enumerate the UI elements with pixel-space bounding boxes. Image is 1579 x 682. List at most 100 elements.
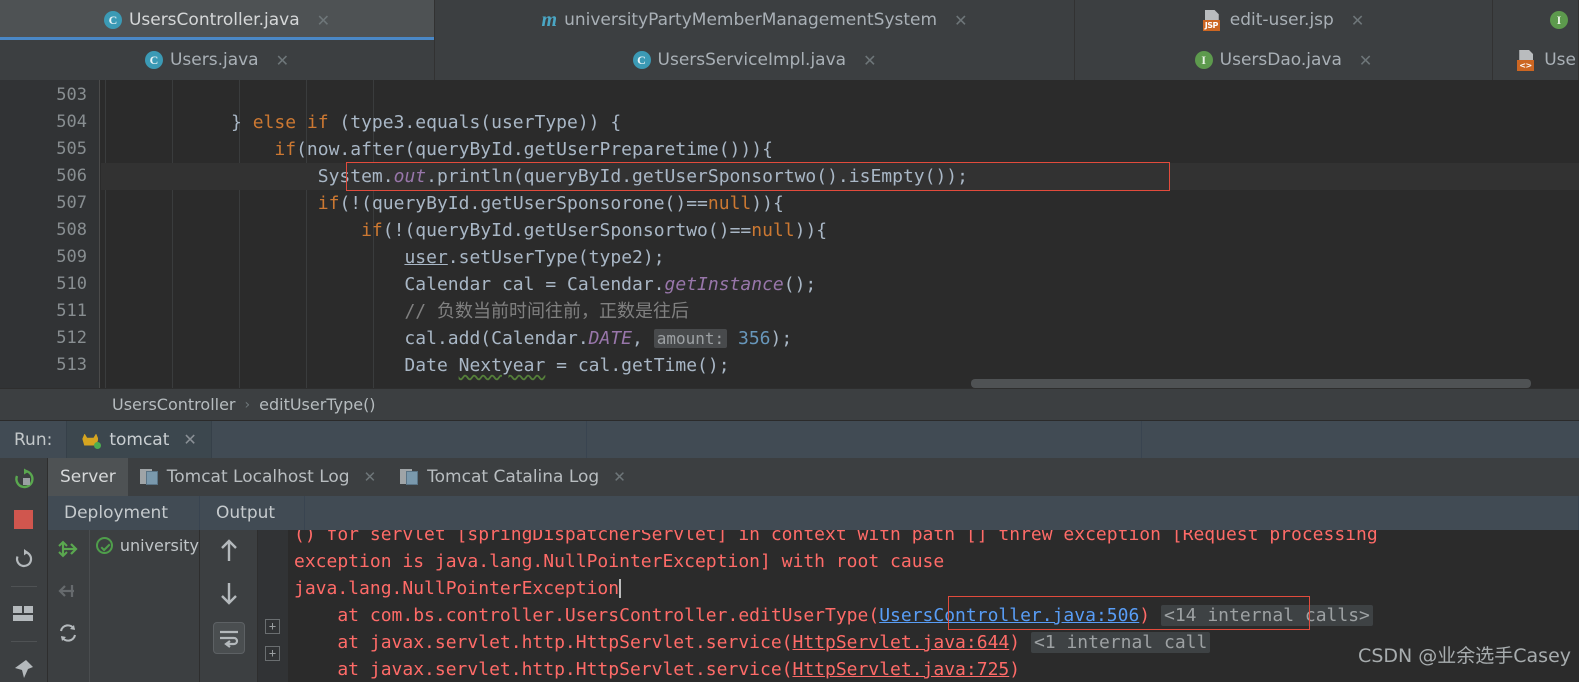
code-line-511: // 负数当前时间往前，正数是往后 [101, 298, 1579, 325]
internal-calls-badge[interactable]: <1 internal call [1030, 632, 1211, 653]
tab-label: Users.java [169, 50, 259, 70]
run-panel-body: Server Tomcat Localhost Log ✕ Tomcat Cat… [48, 458, 1579, 682]
tab-edit-user-jsp[interactable]: JSP edit-user.jsp ✕ [1075, 0, 1493, 40]
tab-close-icon[interactable]: ✕ [276, 51, 289, 70]
console-gutter: + + [258, 530, 288, 682]
stacktrace-link-users-controller[interactable]: UsersController.java:506 [879, 605, 1139, 626]
pin-button[interactable] [11, 656, 37, 682]
editor-horizontal-scrollbar[interactable] [971, 379, 1531, 388]
line-number: 513 [56, 355, 87, 375]
run-config-label: tomcat [109, 429, 170, 450]
console-line-3: at com.bs.controller.UsersController.edi… [294, 602, 1373, 629]
java-class-icon: C [144, 51, 163, 69]
sub-tab-deployment[interactable]: Deployment [48, 496, 200, 530]
toolbar-divider [10, 641, 37, 642]
deployment-panel: university [48, 530, 200, 682]
tab-close-icon[interactable]: ✕ [317, 11, 330, 30]
line-number: 510 [56, 274, 87, 294]
tab-users-java[interactable]: C Users.java ✕ [0, 40, 435, 80]
internal-calls-badge[interactable]: <14 internal calls> [1160, 605, 1373, 626]
refresh-icon[interactable] [55, 620, 81, 646]
tab-partial-interface[interactable]: I [1493, 0, 1579, 40]
tab-university-module[interactable]: m universityPartyMemberManagementSystem … [435, 0, 1075, 40]
stacktrace-link-http-servlet[interactable]: HttpServlet.java:644 [793, 632, 1010, 653]
log-tab-close-icon[interactable]: ✕ [613, 468, 626, 486]
code-line-507: if(!(queryById.getUserSponsorone()==null… [317, 193, 784, 214]
expand-frames-icon[interactable]: + [265, 619, 280, 634]
code-editor[interactable]: 503 504 505 506 507 508 509 510 511 512 … [0, 80, 1579, 388]
tab-close-icon[interactable]: ✕ [1351, 11, 1364, 30]
log-icon [139, 468, 159, 486]
log-tab-label: Tomcat Catalina Log [427, 467, 600, 487]
sub-tab-output[interactable]: Output [200, 496, 305, 530]
tab-label: Use [1544, 50, 1576, 70]
toolbar-divider [10, 586, 37, 587]
log-tab-tomcat-localhost-log[interactable]: Tomcat Localhost Log ✕ [128, 458, 388, 496]
stop-button[interactable] [11, 506, 37, 532]
editor-gutter[interactable]: 503 504 505 506 507 508 509 510 511 512 … [0, 80, 100, 388]
tab-label: UsersDao.java [1219, 50, 1342, 70]
collapse-all-icon[interactable] [55, 578, 81, 604]
tab-close-icon[interactable]: ✕ [954, 11, 967, 30]
code-area[interactable]: } else if (type3.equals(userType)) { if(… [101, 80, 1579, 388]
breadcrumb-method[interactable]: editUserType() [259, 395, 375, 414]
chevron-right-icon: › [244, 396, 251, 413]
log-icon [400, 468, 419, 486]
previous-occurrence-icon[interactable] [216, 538, 242, 564]
tab-partial-html[interactable]: <> Use [1493, 40, 1579, 80]
deployment-toolbar [48, 530, 90, 682]
tab-users-service-impl-java[interactable]: C UsersServiceImpl.java ✕ [435, 40, 1075, 80]
java-class-icon: C [103, 11, 122, 29]
line-number: 505 [56, 139, 87, 159]
breadcrumb[interactable]: UsersController › editUserType() [0, 388, 1579, 420]
next-occurrence-icon[interactable] [216, 580, 242, 606]
run-left-toolbar [0, 458, 48, 682]
java-interface-icon: I [1550, 11, 1568, 29]
line-number: 511 [56, 301, 87, 321]
jsp-file-icon: JSP [1202, 10, 1223, 31]
parameter-hint: amount: [653, 329, 728, 348]
code-line-513: Date Nextyear = cal.getTime(); [101, 355, 730, 376]
code-line-506: System.out.println(queryById.getUserSpon… [101, 163, 1579, 190]
restart-button[interactable] [11, 546, 37, 572]
console-line-2: java.lang.NullPointerException [294, 578, 622, 599]
code-line-510: Calendar cal = Calendar.getInstance(); [101, 274, 817, 295]
tab-label: UsersServiceImpl.java [657, 50, 847, 70]
output-toolbar [200, 530, 258, 682]
success-check-icon [95, 537, 113, 554]
soft-wrap-toggle[interactable] [212, 622, 245, 654]
log-tab-close-icon[interactable]: ✕ [364, 468, 377, 486]
log-tab-tomcat-catalina-log[interactable]: Tomcat Catalina Log ✕ [388, 458, 638, 496]
tab-close-icon[interactable]: ✕ [1359, 51, 1372, 70]
line-number: 503 [56, 85, 87, 105]
layout-settings-button[interactable] [11, 601, 37, 627]
tab-label: edit-user.jsp [1229, 10, 1334, 30]
expand-all-icon[interactable] [55, 536, 81, 562]
line-number: 506 [56, 166, 87, 186]
run-config-tab-tomcat[interactable]: tomcat ✕ [66, 421, 212, 458]
tab-close-icon[interactable]: ✕ [863, 51, 876, 70]
code-line-512: cal.add(Calendar.DATE, amount: 356); [101, 328, 793, 349]
csdn-watermark: CSDN @业余选手Casey [1358, 645, 1571, 667]
run-toolbar-empty [211, 421, 1579, 458]
log-tab-label: Tomcat Localhost Log [166, 467, 350, 487]
stacktrace-link-http-servlet-2[interactable]: HttpServlet.java:725 [793, 659, 1010, 680]
line-number: 509 [56, 247, 87, 267]
console-line-1: exception is java.lang.NullPointerExcept… [294, 551, 945, 572]
tab-users-controller-java[interactable]: C UsersController.java ✕ [0, 0, 435, 40]
editor-tab-row-2: C Users.java ✕ C UsersServiceImpl.java ✕… [0, 40, 1579, 80]
rerun-button[interactable] [11, 466, 37, 492]
run-toolbar: Run: tomcat ✕ [0, 420, 1579, 458]
run-tool-window: Server Tomcat Localhost Log ✕ Tomcat Cat… [0, 458, 1579, 682]
tab-users-dao-java[interactable]: I UsersDao.java ✕ [1075, 40, 1493, 80]
expand-frames-icon[interactable]: + [265, 646, 280, 661]
console-line-4: at javax.servlet.http.HttpServlet.servic… [294, 629, 1211, 656]
breadcrumb-class[interactable]: UsersController [112, 395, 236, 414]
deployment-item-university[interactable]: university [90, 536, 199, 555]
console-line-5: at javax.servlet.http.HttpServlet.servic… [294, 659, 1021, 680]
line-number: 507 [56, 193, 87, 213]
run-config-close-icon[interactable]: ✕ [183, 430, 196, 449]
code-line-509: user.setUserType(type2); [404, 247, 665, 268]
tab-label: UsersController.java [128, 10, 300, 30]
log-tab-server[interactable]: Server [48, 458, 128, 496]
